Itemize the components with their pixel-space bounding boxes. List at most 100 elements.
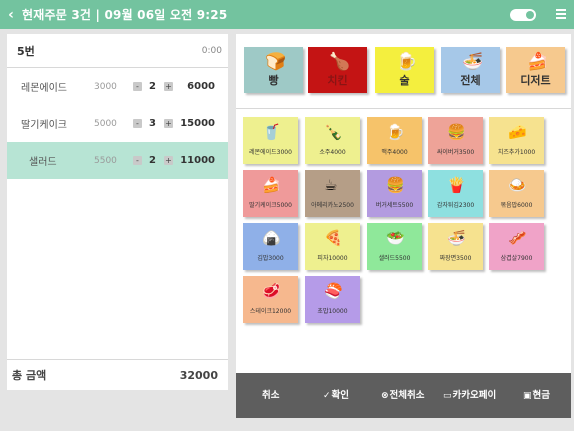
check-circle-icon: ✓ — [323, 391, 331, 401]
elapsed-time: 0:00 — [201, 45, 222, 56]
order-panel: 5번 0:00 레몬에이드 3000-2 +6000 딸기케이크 5000-3 +1500… — [7, 34, 228, 390]
menu-item[interactable]: 🥤 레몬에이드3000 — [243, 117, 298, 164]
sushi-icon: 🍣 — [324, 282, 343, 300]
category-label: 치킨 — [327, 74, 348, 87]
soju-bottle-icon: 🍾 — [324, 123, 343, 141]
hamburger-menu-icon[interactable] — [556, 9, 566, 19]
order-item-qty: 2 — [149, 155, 156, 166]
menu-item-label: 볶음밥6000 — [500, 202, 533, 209]
menu-item-label: 감자튀김2300 — [436, 202, 475, 209]
action-label: 현금 — [532, 390, 550, 401]
pork-belly-icon: 🥓 — [508, 229, 527, 247]
menu-item[interactable]: 🍰 딸기케이크5000 — [243, 170, 298, 217]
order-item-total: 11000 — [180, 155, 215, 166]
cancel-all-button[interactable]: ⊗전체취소 — [381, 387, 425, 401]
pizza-icon: 🍕 — [324, 229, 343, 247]
menu-item-label: 김밥3000 — [257, 255, 284, 262]
menu-item-label: 삼겹살7900 — [500, 255, 533, 262]
bread-icon: 🍞 — [265, 52, 287, 72]
table-number: 5번 — [17, 44, 35, 58]
confirm-button[interactable]: ✓확인 — [323, 387, 349, 401]
fried-rice-icon: 🍛 — [508, 176, 527, 194]
menu-item[interactable]: 🍜 짜장면3500 — [428, 223, 483, 270]
menu-item[interactable]: 🍾 소주4000 — [305, 117, 360, 164]
menu-item[interactable]: 🍔 싸이버거3500 — [428, 117, 483, 164]
salad-icon: 🥗 — [386, 229, 405, 247]
fries-icon: 🍟 — [447, 176, 466, 194]
menu-item-label: 치즈추가1000 — [497, 149, 536, 156]
kimbap-icon: 🍙 — [262, 229, 281, 247]
card-icon: ▭ — [443, 391, 452, 401]
order-item-total: 15000 — [180, 118, 215, 129]
menu-item-label: 스테이크12000 — [249, 308, 292, 315]
menu-item-label: 초밥10000 — [317, 308, 348, 315]
order-item-qty: 2 — [149, 81, 156, 92]
decrease-qty-button[interactable]: - — [133, 119, 142, 128]
menu-item[interactable]: 🍟 감자튀김2300 — [428, 170, 483, 217]
cash-button[interactable]: ▣현금 — [523, 387, 550, 401]
menu-item[interactable]: 🥩 스테이크12000 — [243, 276, 298, 323]
total-label: 총 금액 — [12, 369, 47, 382]
menu-item[interactable]: 🥓 삼겹살7900 — [489, 223, 544, 270]
kakaopay-button[interactable]: ▭카카오페이 — [443, 387, 496, 401]
menu-item[interactable]: 🧀 치즈추가1000 — [489, 117, 544, 164]
cancel-circle-icon: ⊗ — [381, 391, 389, 401]
lemonade-icon: 🥤 — [262, 123, 281, 141]
increase-qty-button[interactable]: + — [164, 156, 173, 165]
menu-item-label: 싸이버거3500 — [436, 149, 475, 156]
menu-item-label: 레몬에이드3000 — [249, 149, 292, 156]
menu-item[interactable]: 🍕 피자10000 — [305, 223, 360, 270]
cash-icon: ▣ — [523, 391, 532, 401]
menu-panel: 🍞 빵 🍗 치킨 🍺 술 🍜 전체 🍰 디저트 🥤 레몬에이드3000 🍾 소주4000 🍺 맥주4000 🍔… — [236, 34, 571, 390]
noodle-bowl-icon: 🍜 — [462, 52, 484, 72]
cake-icon: 🍰 — [262, 176, 281, 194]
burger-icon: 🍔 — [447, 123, 466, 141]
beer-icon: 🍺 — [396, 52, 418, 72]
menu-item[interactable]: 🍛 볶음밥6000 — [489, 170, 544, 217]
order-row[interactable]: 레몬에이드 3000 -2 +6000 — [7, 68, 228, 105]
menu-item[interactable]: ☕ 아메리카노2500 — [305, 170, 360, 217]
order-list: 레몬에이드 3000-2 +6000 딸기케이크 5000-3 +15000 샐러드 5500… — [7, 68, 228, 179]
chicken-icon: 🍗 — [329, 52, 351, 72]
category-cake[interactable]: 🍰 디저트 — [506, 47, 565, 93]
burger-set-icon: 🍔 — [386, 176, 405, 194]
action-label: 카카오페이 — [452, 390, 497, 401]
mode-toggle[interactable] — [510, 9, 536, 21]
menu-item[interactable]: 🍣 초밥10000 — [305, 276, 360, 323]
order-header: 5번 0:00 — [7, 34, 228, 68]
menu-item-label: 샐러드5500 — [378, 255, 411, 262]
menu-item[interactable]: 🍔 버거세트5500 — [367, 170, 422, 217]
top-bar: ‹ 현재주문 3건 | 09월 06일 오전 9:25 — [0, 0, 574, 29]
menu-item[interactable]: 🍺 맥주4000 — [367, 117, 422, 164]
steak-icon: 🥩 — [262, 282, 281, 300]
order-item-price: 3000 — [94, 81, 117, 92]
order-item-price: 5500 — [94, 155, 117, 166]
menu-item[interactable]: 🍙 김밥3000 — [243, 223, 298, 270]
order-row[interactable]: 딸기케이크 5000 -3 +15000 — [7, 105, 228, 142]
category-noodle-bowl[interactable]: 🍜 전체 — [441, 47, 500, 93]
category-label: 술 — [399, 74, 410, 87]
category-beer[interactable]: 🍺 술 — [375, 47, 434, 93]
category-bread[interactable]: 🍞 빵 — [244, 47, 303, 93]
decrease-qty-button[interactable]: - — [133, 156, 142, 165]
order-item-total: 6000 — [187, 81, 215, 92]
order-item-name: 샐러드 — [29, 157, 57, 168]
menu-item-label: 맥주4000 — [381, 149, 408, 156]
increase-qty-button[interactable]: + — [164, 82, 173, 91]
decrease-qty-button[interactable]: - — [133, 82, 142, 91]
chevron-left-icon[interactable]: ‹ — [0, 7, 22, 23]
category-chicken[interactable]: 🍗 치킨 — [308, 47, 367, 93]
page-title: 현재주문 3건 | 09월 06일 오전 9:25 — [22, 8, 228, 22]
increase-qty-button[interactable]: + — [164, 119, 173, 128]
order-item-price: 5000 — [94, 118, 117, 129]
cancel-button[interactable]: 취소 — [262, 387, 279, 401]
category-label: 빵 — [268, 74, 279, 87]
order-item-name: 레몬에이드 — [21, 83, 67, 94]
order-row[interactable]: 샐러드 5500 -2 +11000 — [7, 142, 228, 179]
category-label: 디저트 — [520, 74, 551, 87]
action-bar: 취소 ✓확인 ⊗전체취소 ▭카카오페이 ▣현금 — [236, 373, 571, 418]
toggle-knob — [526, 11, 534, 19]
menu-item[interactable]: 🥗 샐러드5500 — [367, 223, 422, 270]
order-item-name: 딸기케이크 — [21, 120, 67, 131]
action-label: 확인 — [331, 390, 350, 401]
